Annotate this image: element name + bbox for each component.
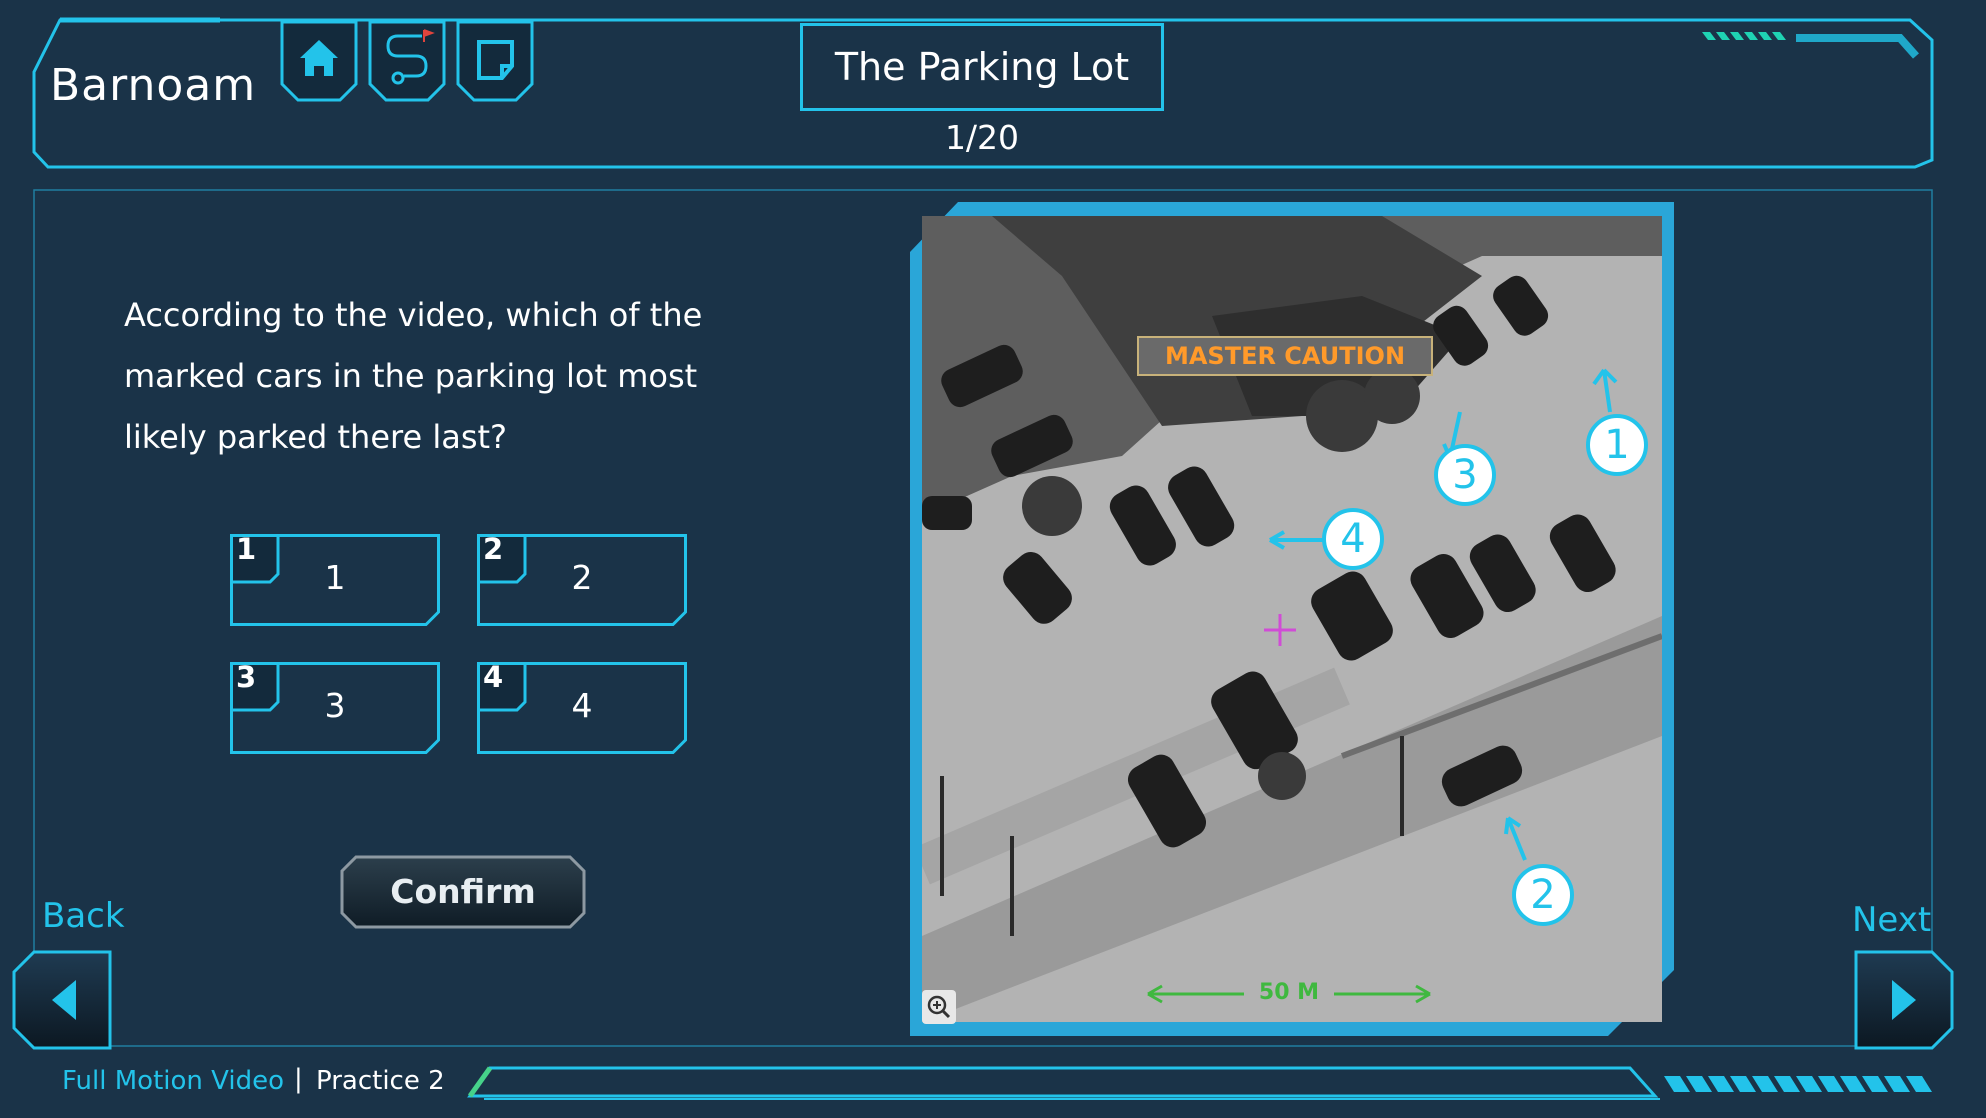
zoom-button[interactable] bbox=[922, 990, 956, 1024]
marker-label: 2 bbox=[1530, 872, 1556, 918]
page-counter: 1/20 bbox=[944, 118, 1020, 157]
route-map-button[interactable] bbox=[368, 20, 446, 102]
answer-option-3[interactable]: 3 3 bbox=[230, 660, 440, 754]
marker-2: 2 bbox=[1512, 864, 1574, 926]
confirm-button[interactable]: Confirm bbox=[340, 855, 586, 929]
marker-1: 1 bbox=[1586, 414, 1648, 476]
footer-separator: | bbox=[294, 1064, 303, 1094]
footer-lesson-title: Practice 2 bbox=[316, 1066, 445, 1096]
marker-label: 1 bbox=[1604, 422, 1630, 468]
scale-text: 50 M bbox=[1244, 980, 1334, 1005]
marker-label: 3 bbox=[1452, 452, 1478, 498]
answer-option-4[interactable]: 4 4 bbox=[477, 660, 687, 754]
note-button[interactable] bbox=[456, 20, 534, 102]
marker-4: 4 bbox=[1322, 508, 1384, 570]
question-text: According to the video, which of the mar… bbox=[124, 296, 703, 456]
zoom-in-icon bbox=[927, 995, 951, 1019]
note-icon bbox=[456, 20, 534, 102]
answer-label: 1 bbox=[324, 558, 346, 597]
back-button[interactable] bbox=[12, 950, 114, 1050]
back-label[interactable]: Back bbox=[42, 896, 125, 936]
next-button[interactable] bbox=[1852, 950, 1954, 1050]
home-button[interactable] bbox=[280, 20, 358, 102]
answer-label: 2 bbox=[571, 558, 593, 597]
chevron-left-icon bbox=[12, 950, 112, 1050]
footer-course-title: Full Motion Video bbox=[62, 1066, 284, 1096]
next-label[interactable]: Next bbox=[1852, 900, 1931, 940]
route-map-icon bbox=[368, 20, 446, 102]
answer-label: 4 bbox=[571, 686, 593, 725]
answer-option-2[interactable]: 2 2 bbox=[477, 532, 687, 626]
page-title: The Parking Lot bbox=[800, 23, 1164, 111]
home-icon bbox=[280, 20, 358, 102]
answer-label: 3 bbox=[324, 686, 346, 725]
marker-label: 4 bbox=[1340, 516, 1366, 562]
confirm-label: Confirm bbox=[390, 872, 536, 911]
brand-logo: Barnoam bbox=[50, 60, 257, 111]
answer-option-1[interactable]: 1 1 bbox=[230, 532, 440, 626]
marker-3: 3 bbox=[1434, 444, 1496, 506]
chevron-right-icon bbox=[1854, 950, 1954, 1050]
